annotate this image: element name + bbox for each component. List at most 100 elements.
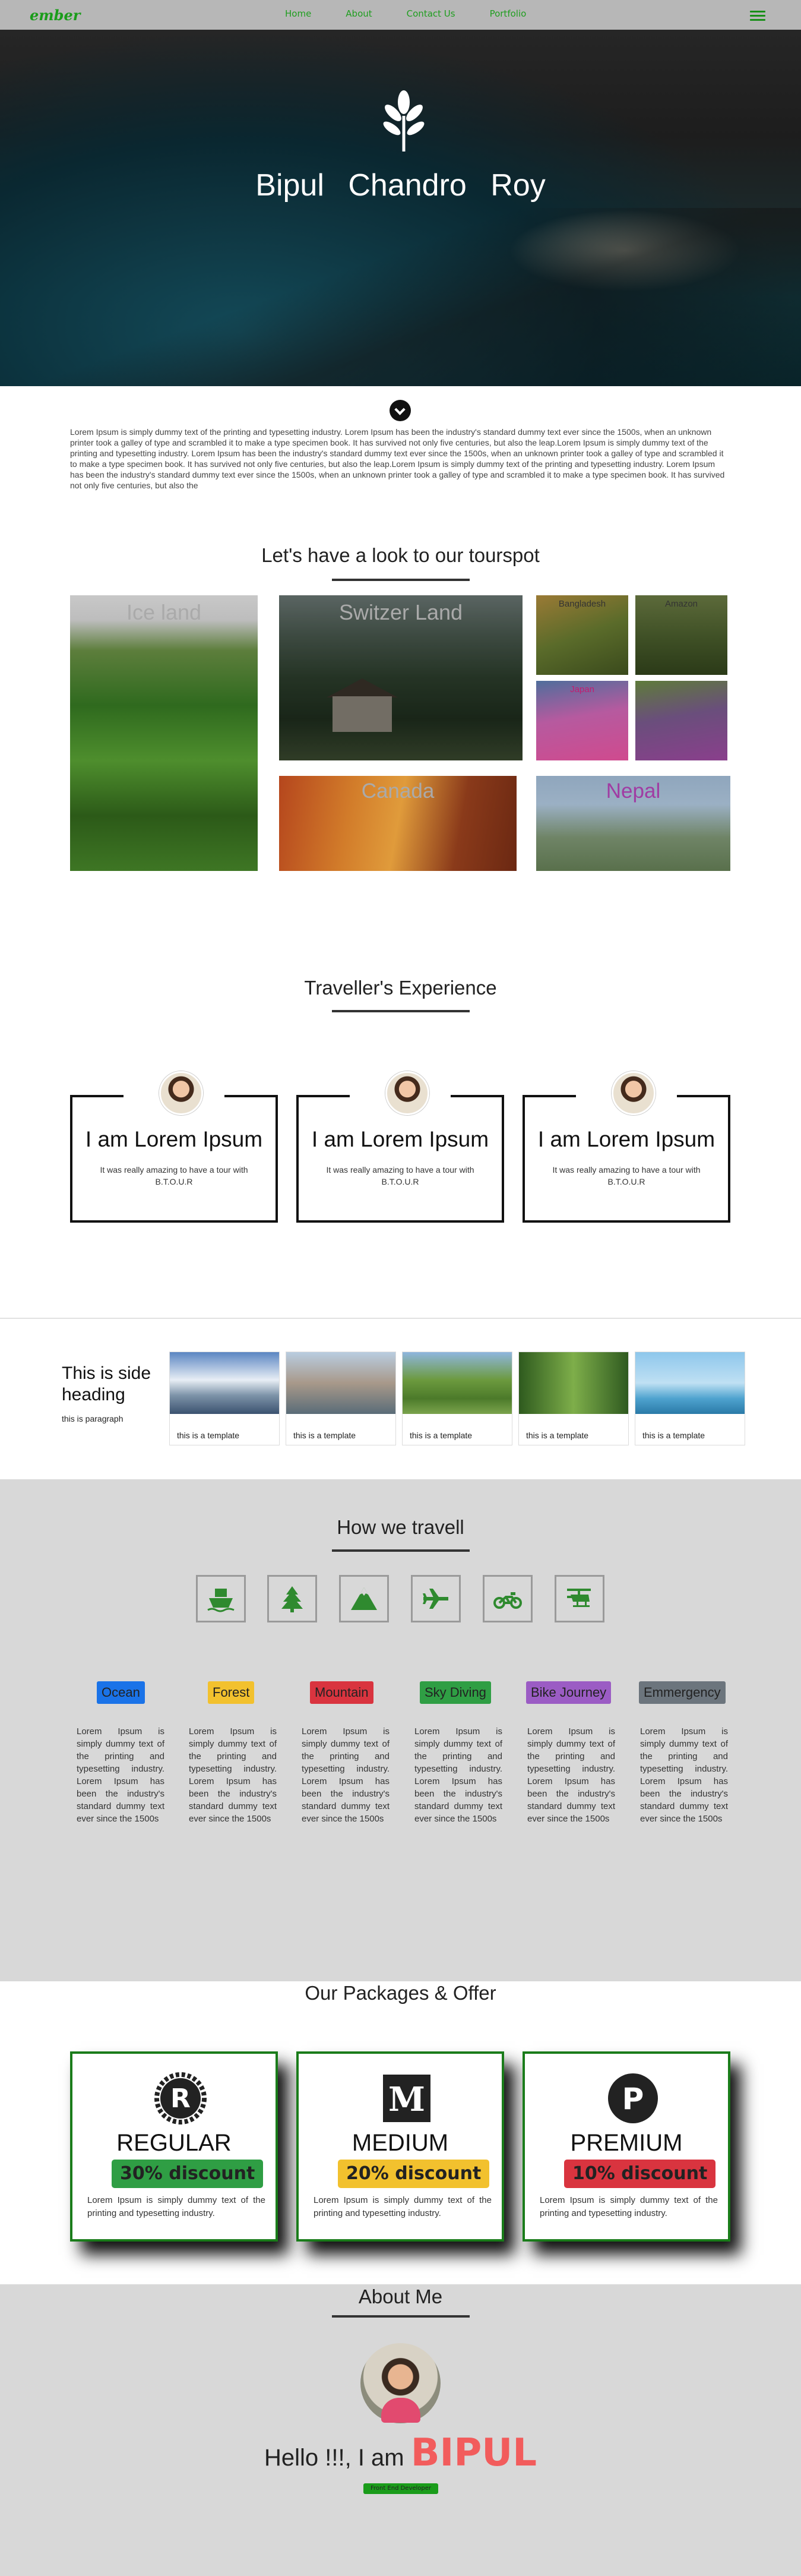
nav-link-portfolio[interactable]: Portfolio	[490, 8, 527, 19]
testimonial-text: It was really amazing to have a tour wit…	[552, 1165, 701, 1186]
testimonial-text: It was really amazing to have a tour wit…	[100, 1165, 248, 1186]
tile-nepal[interactable]: Nepal	[536, 776, 730, 871]
tile-iceland[interactable]: Ice land	[70, 595, 258, 871]
travel-badge-ocean[interactable]: Ocean	[97, 1681, 145, 1704]
medium-icon: M	[383, 2075, 430, 2122]
travel-desc: Lorem Ipsum is simply dummy text of the …	[414, 1726, 502, 1824]
template-caption: this is a template	[526, 1431, 589, 1440]
testimonial-title: I am Lorem Ipsum	[311, 1127, 489, 1151]
tile-label: Nepal	[606, 779, 661, 803]
svg-text:P: P	[622, 2082, 644, 2116]
package-text: Lorem Ipsum is simply dummy text of the …	[314, 2195, 492, 2218]
package-card-premium[interactable]: P PREMIUM 10% discount Lorem Ipsum is si…	[523, 2051, 730, 2242]
about-section	[0, 2284, 801, 2576]
travel-desc: Lorem Ipsum is simply dummy text of the …	[640, 1726, 728, 1824]
travel-badge-bike[interactable]: Bike Journey	[526, 1681, 612, 1704]
avatar	[612, 1071, 656, 1115]
template-card[interactable]: this is a template	[286, 1352, 396, 1445]
nav-links: Home About Contact Us Portfolio	[285, 8, 526, 19]
travel-badge-emergency[interactable]: Emmergency	[639, 1681, 726, 1704]
avatar	[385, 1071, 429, 1115]
travel-desc: Lorem Ipsum is simply dummy text of the …	[527, 1726, 615, 1824]
travel-badge-forest[interactable]: Forest	[208, 1681, 255, 1704]
template-caption: this is a template	[410, 1431, 473, 1440]
nav-link-home[interactable]: Home	[285, 8, 311, 19]
hello-name: BIPUL	[410, 2431, 537, 2475]
template-card[interactable]: this is a template	[518, 1352, 629, 1445]
template-caption: this is a template	[642, 1431, 705, 1440]
about-underline	[332, 2315, 470, 2318]
testimonial-text: It was really amazing to have a tour wit…	[326, 1165, 474, 1186]
avatar-shirt	[381, 2398, 420, 2423]
package-text: Lorem Ipsum is simply dummy text of the …	[540, 2195, 718, 2218]
tile-amazon[interactable]: Amazon	[635, 595, 727, 675]
tile-canada[interactable]: Canada	[279, 776, 517, 871]
menu-icon[interactable]	[750, 11, 765, 21]
avatar	[159, 1071, 203, 1115]
template-caption: this is a template	[293, 1431, 356, 1440]
template-image	[286, 1352, 395, 1414]
tile-flower[interactable]	[635, 681, 727, 760]
travel-desc: Lorem Ipsum is simply dummy text of the …	[302, 1726, 390, 1824]
travel-badge-skydiving[interactable]: Sky Diving	[420, 1681, 491, 1704]
travel-badge-mountain[interactable]: Mountain	[310, 1681, 373, 1704]
svg-text:M: M	[388, 2080, 425, 2119]
tourspot-underline	[332, 579, 470, 581]
side-heading: This is side heading	[62, 1363, 151, 1404]
tile-label: Ice land	[126, 600, 202, 624]
template-image	[170, 1352, 279, 1414]
package-card-regular[interactable]: R REGULAR 30% discount Lorem Ipsum is si…	[70, 2051, 278, 2242]
navbar: ember Home About Contact Us Portfolio	[0, 0, 801, 30]
discount-badge: 10% discount	[564, 2160, 716, 2188]
intro-paragraph: Lorem Ipsum is simply dummy text of the …	[70, 427, 725, 490]
tile-japan[interactable]: Japan	[536, 681, 628, 760]
brand-logo[interactable]: ember	[30, 7, 80, 24]
tile-label: Amazon	[664, 599, 698, 609]
package-name: MEDIUM	[352, 2130, 449, 2156]
plane-icon[interactable]	[411, 1575, 461, 1622]
template-card[interactable]: this is a template	[635, 1352, 745, 1445]
package-text: Lorem Ipsum is simply dummy text of the …	[87, 2195, 265, 2218]
svg-text:R: R	[170, 2083, 191, 2114]
testimonial-card: I am Lorem Ipsum It was really amazing t…	[523, 1071, 730, 1223]
ship-icon[interactable]	[196, 1575, 246, 1622]
template-image	[519, 1352, 628, 1414]
scroll-down-icon[interactable]	[390, 400, 411, 421]
travel-title: How we travell	[337, 1516, 464, 1538]
tile-label: Japan	[570, 684, 594, 694]
rust-icon: R	[154, 2072, 207, 2124]
nav-link-about[interactable]: About	[346, 8, 372, 19]
discount-badge: 30% discount	[112, 2160, 264, 2188]
template-card[interactable]: this is a template	[169, 1352, 280, 1445]
about-title: About Me	[358, 2285, 443, 2307]
testimonial-title: I am Lorem Ipsum	[537, 1127, 715, 1151]
tile-label: Bangladesh	[558, 599, 606, 609]
hello-heading: Hello !!!, I am BIPUL	[0, 2431, 801, 2475]
template-card[interactable]: this is a template	[402, 1352, 512, 1445]
side-paragraph: this is paragraph	[62, 1414, 124, 1423]
tourspot-title: Let's have a look to our tourspot	[261, 544, 540, 566]
profile-avatar	[360, 2343, 441, 2423]
motorcycle-icon[interactable]	[483, 1575, 533, 1622]
tile-label: Canada	[361, 779, 435, 803]
tree-icon[interactable]	[267, 1575, 317, 1622]
tile-label: Switzer Land	[338, 600, 463, 624]
package-card-medium[interactable]: M MEDIUM 20% discount Lorem Ipsum is sim…	[296, 2051, 504, 2242]
tile-bangladesh[interactable]: Bangladesh	[536, 595, 628, 675]
leaf-logo-icon	[383, 90, 425, 151]
tile-switzerland[interactable]: Switzer Land	[279, 595, 523, 760]
hero-title: Bipul Chandro Roy	[255, 168, 546, 203]
section-divider	[0, 1318, 801, 1319]
experience-title: Traveller's Experience	[304, 977, 497, 999]
travel-desc: Lorem Ipsum is simply dummy text of the …	[189, 1726, 277, 1824]
nav-link-contact[interactable]: Contact Us	[407, 8, 455, 19]
producthunt-icon: P	[608, 2073, 658, 2123]
package-name: REGULAR	[116, 2130, 232, 2156]
mountain-icon[interactable]	[339, 1575, 389, 1622]
testimonial-card: I am Lorem Ipsum It was really amazing t…	[296, 1071, 504, 1223]
hello-text: Hello !!!, I am	[264, 2445, 404, 2471]
hero-background	[0, 208, 801, 386]
helicopter-icon[interactable]	[555, 1575, 604, 1622]
template-image	[635, 1352, 745, 1414]
travel-desc: Lorem Ipsum is simply dummy text of the …	[77, 1726, 164, 1824]
